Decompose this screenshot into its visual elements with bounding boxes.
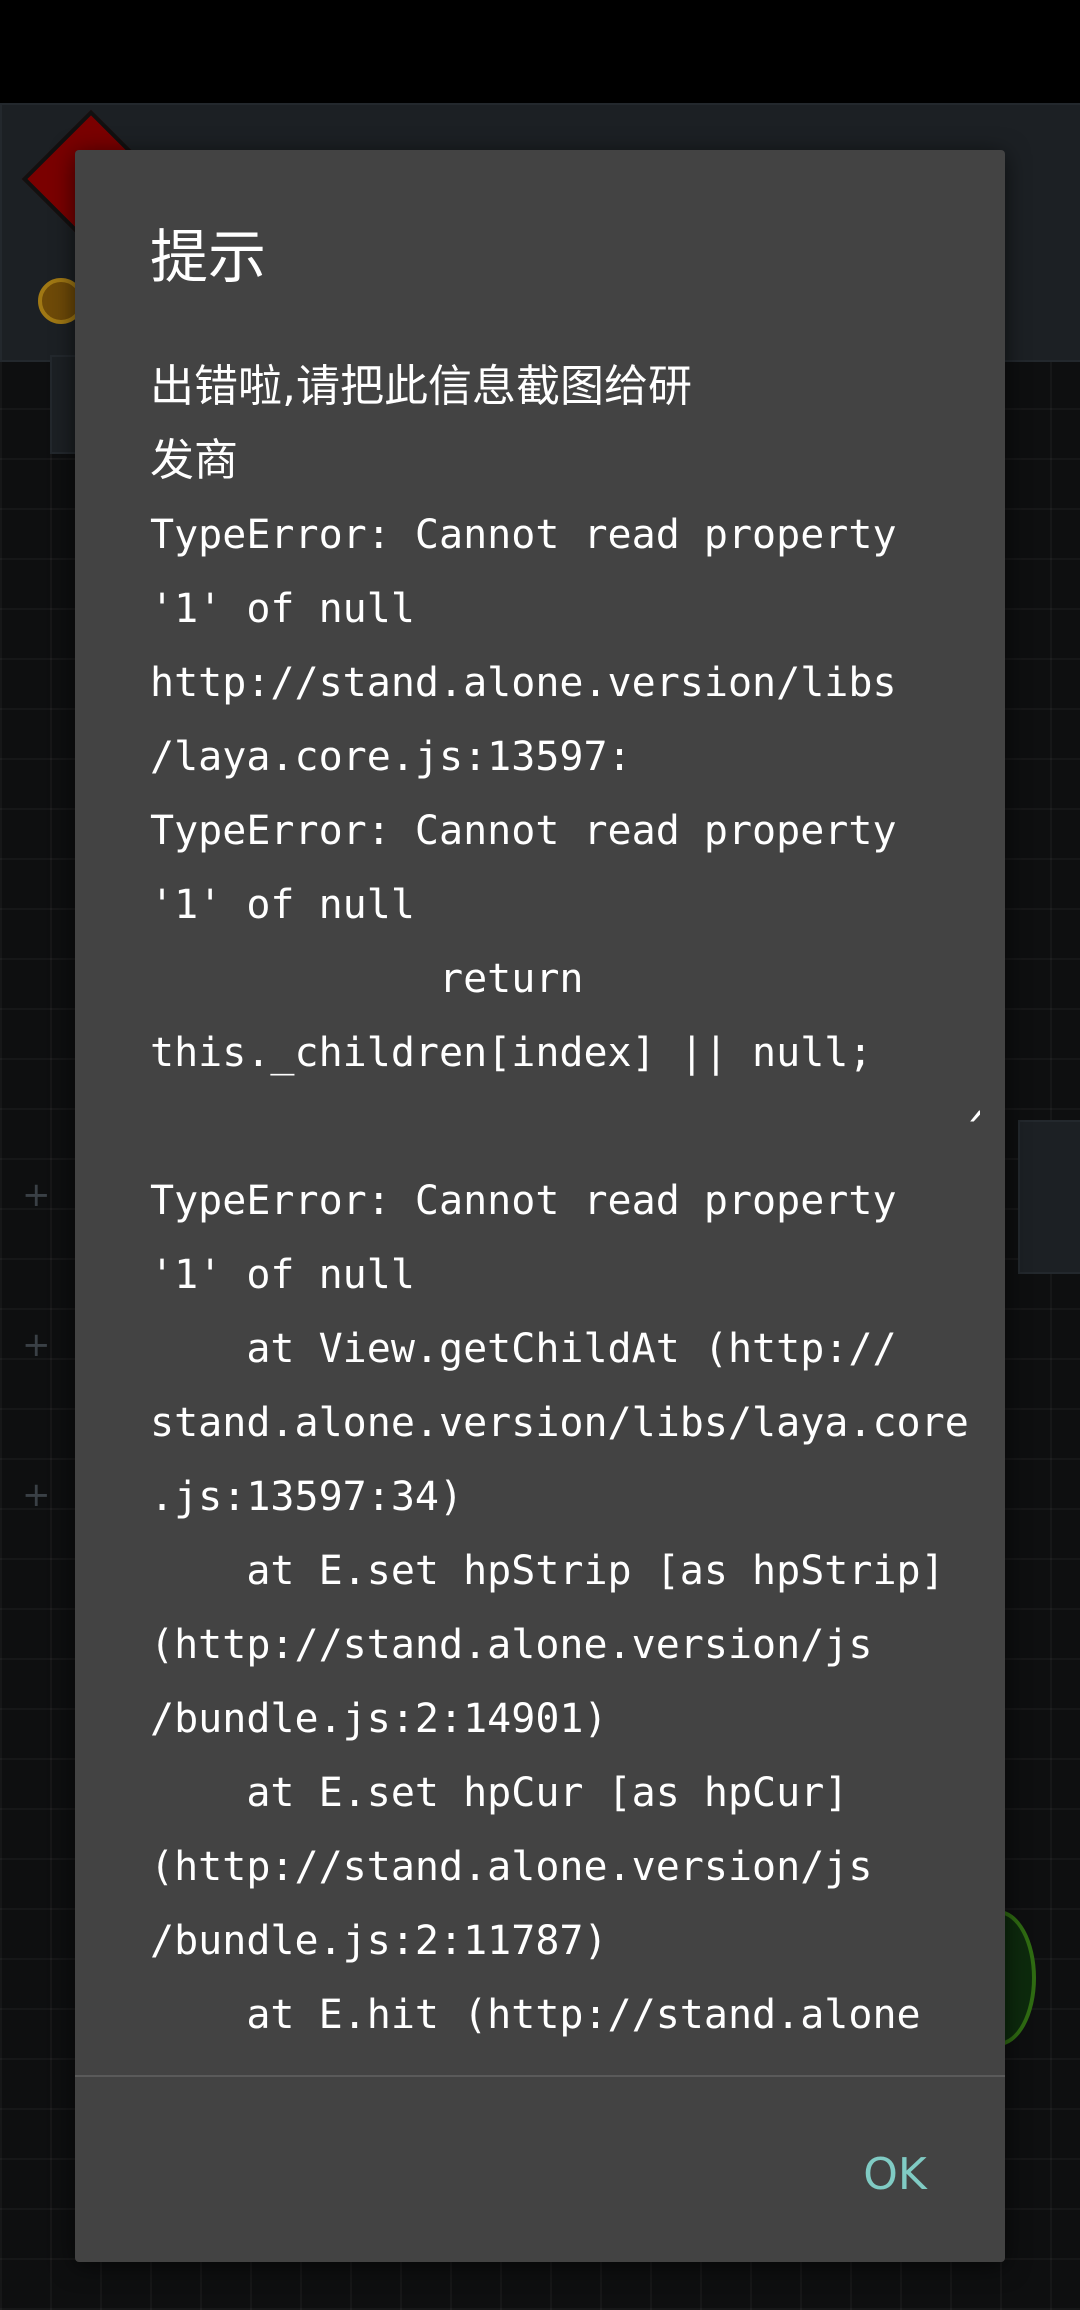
- plus-icon: +: [22, 1175, 51, 1215]
- message-line: '1' of null: [150, 586, 415, 632]
- message-line: TypeError: Cannot read property: [150, 1178, 897, 1224]
- message-line: /bundle.js:2:14901): [150, 1696, 608, 1742]
- message-line: (http://stand.alone.version/js: [150, 1844, 873, 1890]
- message-line: http://stand.alone.version/libs: [150, 660, 897, 706]
- dialog-title: 提示: [150, 223, 267, 291]
- message-line: (http://stand.alone.version/js: [150, 1622, 873, 1668]
- message-line: 发商: [150, 435, 238, 486]
- message-line: return: [150, 956, 584, 1002]
- plus-icon: +: [22, 1325, 51, 1365]
- message-line: at E.set hpStrip [as hpStrip]: [150, 1548, 945, 1594]
- message-line: /bundle.js:2:11787): [150, 1918, 608, 1964]
- message-line: TypeError: Cannot read property: [150, 808, 897, 854]
- plus-icon: +: [22, 1475, 51, 1515]
- message-line: .js:13597:34): [150, 1474, 464, 1520]
- message-line: this._children[index] || null;: [150, 1030, 873, 1076]
- background-panel-right: [1018, 1120, 1080, 1274]
- message-line: stand.alone.version/libs/laya.core: [150, 1400, 969, 1446]
- message-line: at E.set hpCur [as hpCur]: [150, 1770, 849, 1816]
- message-line: at View.getChildAt (http://: [150, 1326, 897, 1372]
- message-line: /laya.core.js:13597:: [150, 734, 632, 780]
- message-line: 出错啦,请把此信息截图给研: [150, 361, 692, 412]
- error-dialog: 提示 出错啦,请把此信息截图给研 发商 TypeError: Cannot read…: [75, 150, 1005, 2262]
- message-line: TypeError: Cannot read property: [150, 512, 897, 558]
- message-line: '1' of null: [150, 1252, 415, 1298]
- dialog-message: 出错啦,请把此信息截图给研 发商 TypeError: Cannot read pr…: [150, 350, 980, 2160]
- status-bar: [0, 0, 1080, 103]
- dialog-divider: [75, 2075, 1005, 2077]
- message-line: ^^: [150, 1104, 980, 1150]
- message-line: '1' of null: [150, 882, 415, 928]
- message-line: at E.hit (http://stand.alone: [150, 1992, 921, 2038]
- ok-button[interactable]: OK: [840, 2135, 950, 2215]
